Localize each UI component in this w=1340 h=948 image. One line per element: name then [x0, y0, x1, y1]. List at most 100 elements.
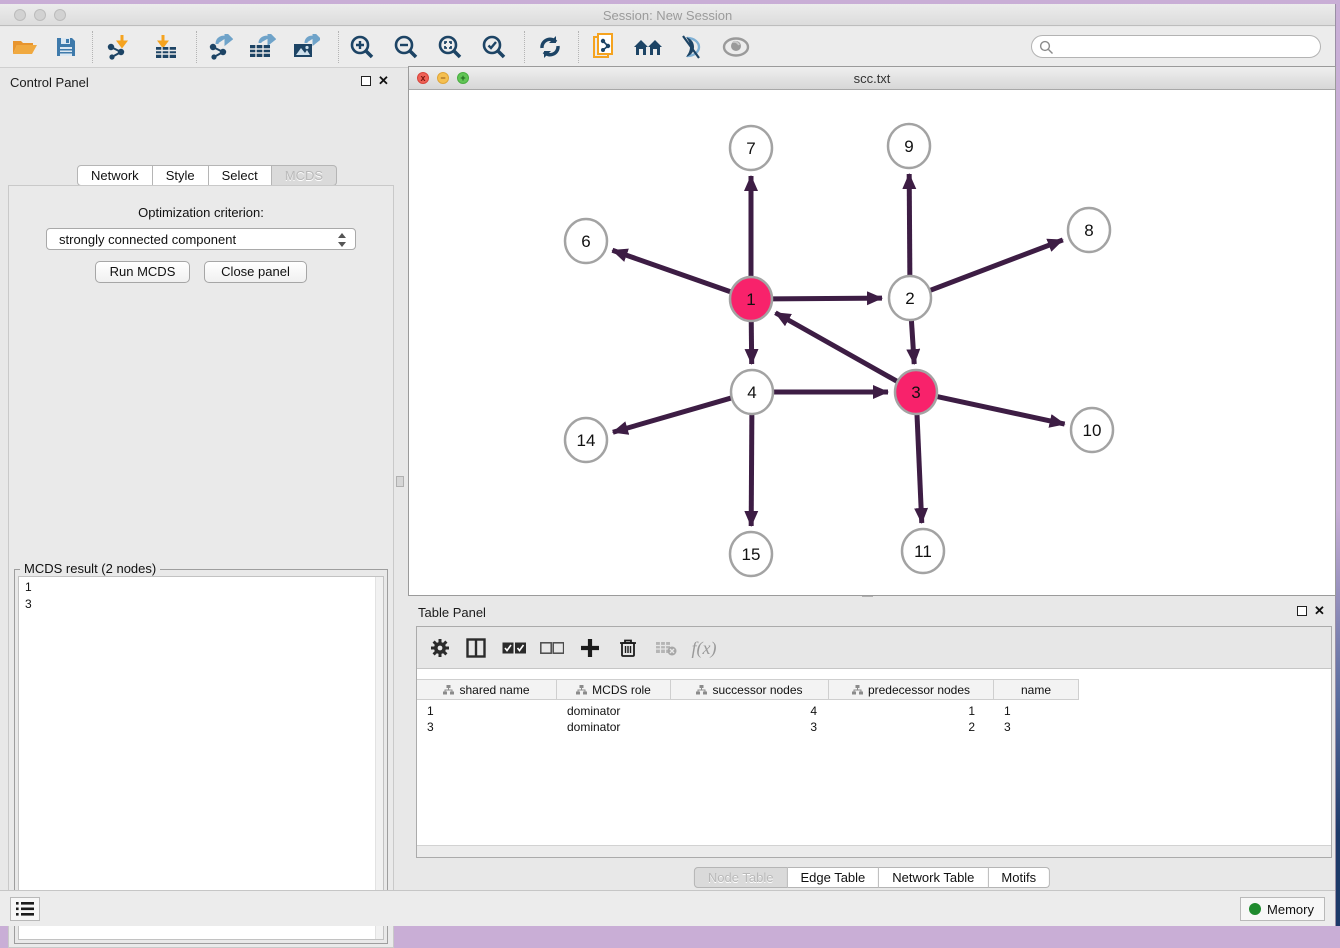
- svg-text:1: 1: [746, 290, 755, 309]
- graph-edge-2-3[interactable]: [911, 319, 914, 364]
- zoom-selected-icon: [481, 34, 507, 60]
- column-header-predecessor-nodes[interactable]: predecessor nodes: [829, 680, 994, 699]
- delete-table-button[interactable]: [651, 634, 681, 662]
- show-column-button[interactable]: [461, 634, 491, 662]
- close-panel-button[interactable]: Close panel: [204, 261, 307, 283]
- tab-network[interactable]: Network: [77, 165, 153, 186]
- svg-text:11: 11: [914, 542, 932, 561]
- table-panel-tabs: Node Table Edge Table Network Table Moti…: [694, 867, 1050, 888]
- task-history-button[interactable]: [10, 897, 40, 921]
- float-panel-icon[interactable]: [361, 76, 371, 86]
- column-header-name[interactable]: name: [994, 680, 1079, 699]
- close-table-panel-icon[interactable]: ✕: [1314, 603, 1325, 619]
- main-titlebar: Session: New Session: [0, 4, 1335, 26]
- import-table-icon: [153, 34, 179, 60]
- graph-edge-1-6[interactable]: [612, 250, 731, 292]
- column-header-shared-name[interactable]: shared name: [417, 680, 557, 699]
- graph-node-6[interactable]: 6: [565, 219, 607, 263]
- graph-node-1[interactable]: 1: [730, 277, 772, 321]
- deselect-all-button[interactable]: [537, 634, 567, 662]
- network-canvas[interactable]: 7 9 6 8 1 2 4 3 14 10 15 11: [409, 90, 1335, 595]
- vertical-splitter-handle[interactable]: [396, 476, 404, 487]
- graph-node-15[interactable]: 15: [730, 532, 772, 576]
- graph-node-14[interactable]: 14: [565, 418, 607, 462]
- tab-network-table[interactable]: Network Table: [879, 867, 988, 888]
- graph-edge-4-15[interactable]: [751, 413, 752, 526]
- graph-edge-3-10[interactable]: [937, 396, 1065, 424]
- export-network-icon: [207, 34, 233, 60]
- column-header-successor-nodes[interactable]: successor nodes: [671, 680, 829, 699]
- graph-node-4[interactable]: 4: [731, 370, 773, 414]
- result-scrollbar[interactable]: [375, 577, 383, 939]
- open-session-button[interactable]: [8, 32, 40, 62]
- memory-status-dot: [1249, 903, 1261, 915]
- refresh-network-button[interactable]: [534, 32, 566, 62]
- search-box[interactable]: [1031, 35, 1321, 58]
- export-image-button[interactable]: [290, 32, 322, 62]
- hide-graphics-button[interactable]: [676, 32, 708, 62]
- add-row-button[interactable]: [575, 634, 605, 662]
- graph-edge-2-8[interactable]: [930, 240, 1063, 291]
- import-network-button[interactable]: [102, 32, 134, 62]
- column-header-mcds-role[interactable]: MCDS role: [557, 680, 671, 699]
- graph-node-7[interactable]: 7: [730, 126, 772, 170]
- svg-text:4: 4: [747, 383, 756, 402]
- clone-network-button[interactable]: [588, 32, 620, 62]
- column-label: name: [1021, 683, 1051, 697]
- import-table-button[interactable]: [150, 32, 182, 62]
- mcds-result-title: MCDS result (2 nodes): [20, 561, 160, 576]
- zoom-out-icon: [393, 34, 419, 60]
- export-table-icon: [248, 34, 276, 60]
- tab-edge-table[interactable]: Edge Table: [787, 867, 879, 888]
- function-builder-button[interactable]: f(x): [689, 634, 719, 662]
- search-input[interactable]: [1058, 37, 1313, 56]
- graph-node-2[interactable]: 2: [889, 276, 931, 320]
- zoom-out-button[interactable]: [390, 32, 422, 62]
- select-all-icon: [502, 642, 526, 654]
- float-table-panel-icon[interactable]: [1297, 606, 1307, 616]
- graph-node-3[interactable]: 3: [895, 370, 937, 414]
- mcds-result-group: MCDS result (2 nodes) 1 3: [14, 569, 388, 944]
- delete-row-button[interactable]: [613, 634, 643, 662]
- table-settings-button[interactable]: [425, 634, 455, 662]
- table-hscroll-area[interactable]: [417, 845, 1331, 857]
- export-network-button[interactable]: [204, 32, 236, 62]
- table-toolbar: f(x): [417, 627, 1331, 669]
- select-all-button[interactable]: [499, 634, 529, 662]
- graph-edge-3-1[interactable]: [775, 313, 897, 382]
- graph-node-11[interactable]: 11: [902, 529, 944, 573]
- zoom-in-button[interactable]: [346, 32, 378, 62]
- cell-name: 1: [1004, 703, 1011, 719]
- delete-table-icon: [655, 640, 677, 656]
- run-mcds-button[interactable]: Run MCDS: [95, 261, 190, 283]
- close-panel-icon[interactable]: ✕: [378, 73, 389, 89]
- tab-node-table[interactable]: Node Table: [694, 867, 788, 888]
- cell-successor-nodes: 3: [671, 719, 817, 735]
- search-icon: [1039, 40, 1054, 55]
- graph-node-9[interactable]: 9: [888, 124, 930, 168]
- tab-style[interactable]: Style: [153, 165, 209, 186]
- show-graphics-button[interactable]: [720, 32, 752, 62]
- memory-button[interactable]: Memory: [1240, 897, 1325, 921]
- table-row[interactable]: 3 dominator 3 2 3: [417, 719, 1331, 735]
- graph-node-8[interactable]: 8: [1068, 208, 1110, 252]
- graph-edge-3-11[interactable]: [917, 413, 922, 523]
- graph-node-10[interactable]: 10: [1071, 408, 1113, 452]
- hierarchy-icon: [576, 685, 587, 695]
- graph-edge-4-14[interactable]: [613, 398, 732, 432]
- table-row[interactable]: 1 dominator 4 1 1: [417, 703, 1331, 719]
- zoom-fit-button[interactable]: [434, 32, 466, 62]
- window-title: Session: New Session: [0, 8, 1335, 23]
- save-session-button[interactable]: [50, 32, 82, 62]
- tab-mcds[interactable]: MCDS: [272, 165, 337, 186]
- optimization-criterion-select[interactable]: strongly connected component: [46, 228, 356, 250]
- cell-shared-name: 1: [427, 703, 434, 719]
- zoom-selected-button[interactable]: [478, 32, 510, 62]
- control-panel: Control Panel ✕ Network Style Select MCD…: [0, 68, 402, 886]
- first-neighbors-button[interactable]: [632, 32, 664, 62]
- export-table-button[interactable]: [246, 32, 278, 62]
- tab-motifs[interactable]: Motifs: [988, 867, 1050, 888]
- graph-edge-1-2[interactable]: [772, 298, 882, 299]
- graph-edge-2-9[interactable]: [909, 174, 910, 277]
- tab-select[interactable]: Select: [209, 165, 272, 186]
